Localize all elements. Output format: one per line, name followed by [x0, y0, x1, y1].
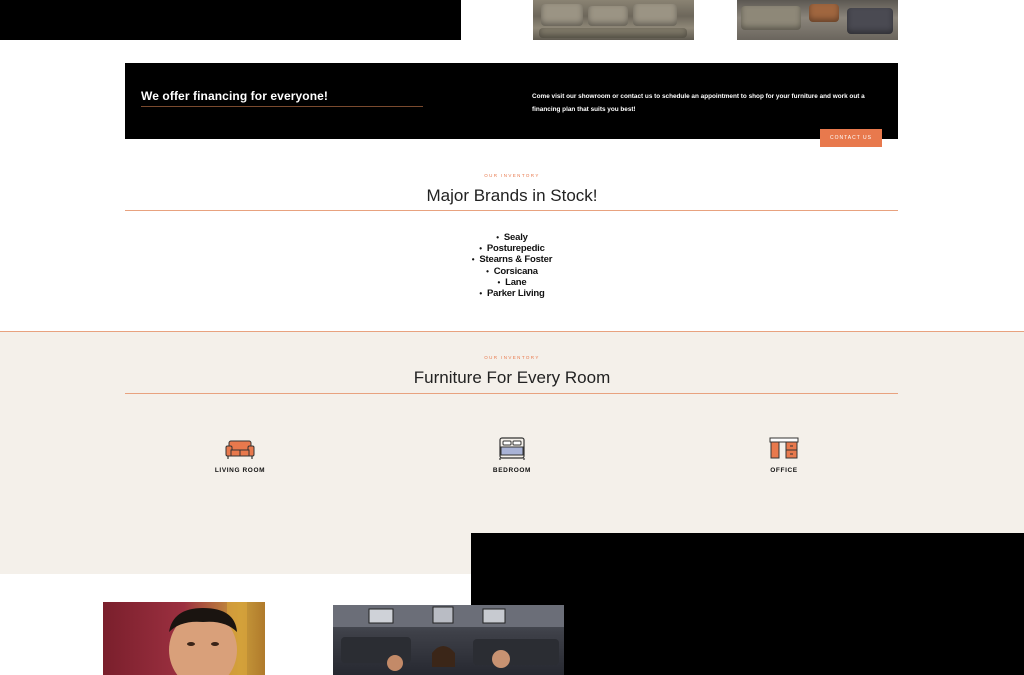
financing-divider — [141, 106, 423, 107]
recliner-sofa-photo — [737, 0, 898, 40]
room-living[interactable]: LIVING ROOM — [170, 437, 310, 474]
top-black-panel — [0, 0, 461, 40]
brand-item: Corsicana — [0, 266, 1024, 277]
brands-eyebrow: OUR INVENTORY — [484, 173, 540, 178]
rooms-eyebrow: OUR INVENTORY — [484, 355, 540, 360]
sofa-icon — [225, 437, 255, 461]
brands-divider — [125, 210, 898, 211]
rooms-title: Furniture For Every Room — [413, 368, 611, 387]
owner-photo — [103, 602, 265, 675]
brand-item: Sealy — [0, 232, 1024, 243]
brand-item: Posturepedic — [0, 243, 1024, 254]
brand-item: Lane — [0, 277, 1024, 288]
financing-text: Come visit our showroom or contact us to… — [532, 93, 865, 113]
room-label: OFFICE — [770, 467, 798, 474]
rooms-divider — [125, 393, 898, 394]
room-label: LIVING ROOM — [214, 467, 266, 474]
showroom-team-photo — [333, 605, 564, 675]
brands-title: Major Brands in Stock! — [426, 186, 598, 205]
brand-item: Stearns & Foster — [0, 254, 1024, 265]
brand-item: Parker Living — [0, 288, 1024, 299]
contact-us-button[interactable]: CONTACT US — [820, 129, 882, 147]
desk-icon — [769, 437, 799, 461]
sectional-sofa-photo — [533, 0, 694, 40]
bed-icon — [497, 437, 527, 461]
financing-title: We offer financing for everyone! — [141, 89, 329, 103]
brands-list: Sealy Posturepedic Stearns & Foster Cors… — [0, 232, 1024, 299]
room-bedroom[interactable]: BEDROOM — [442, 437, 582, 474]
financing-banner: We offer financing for everyone! Come vi… — [125, 63, 898, 139]
room-label: BEDROOM — [492, 467, 532, 474]
room-office[interactable]: OFFICE — [714, 437, 854, 474]
